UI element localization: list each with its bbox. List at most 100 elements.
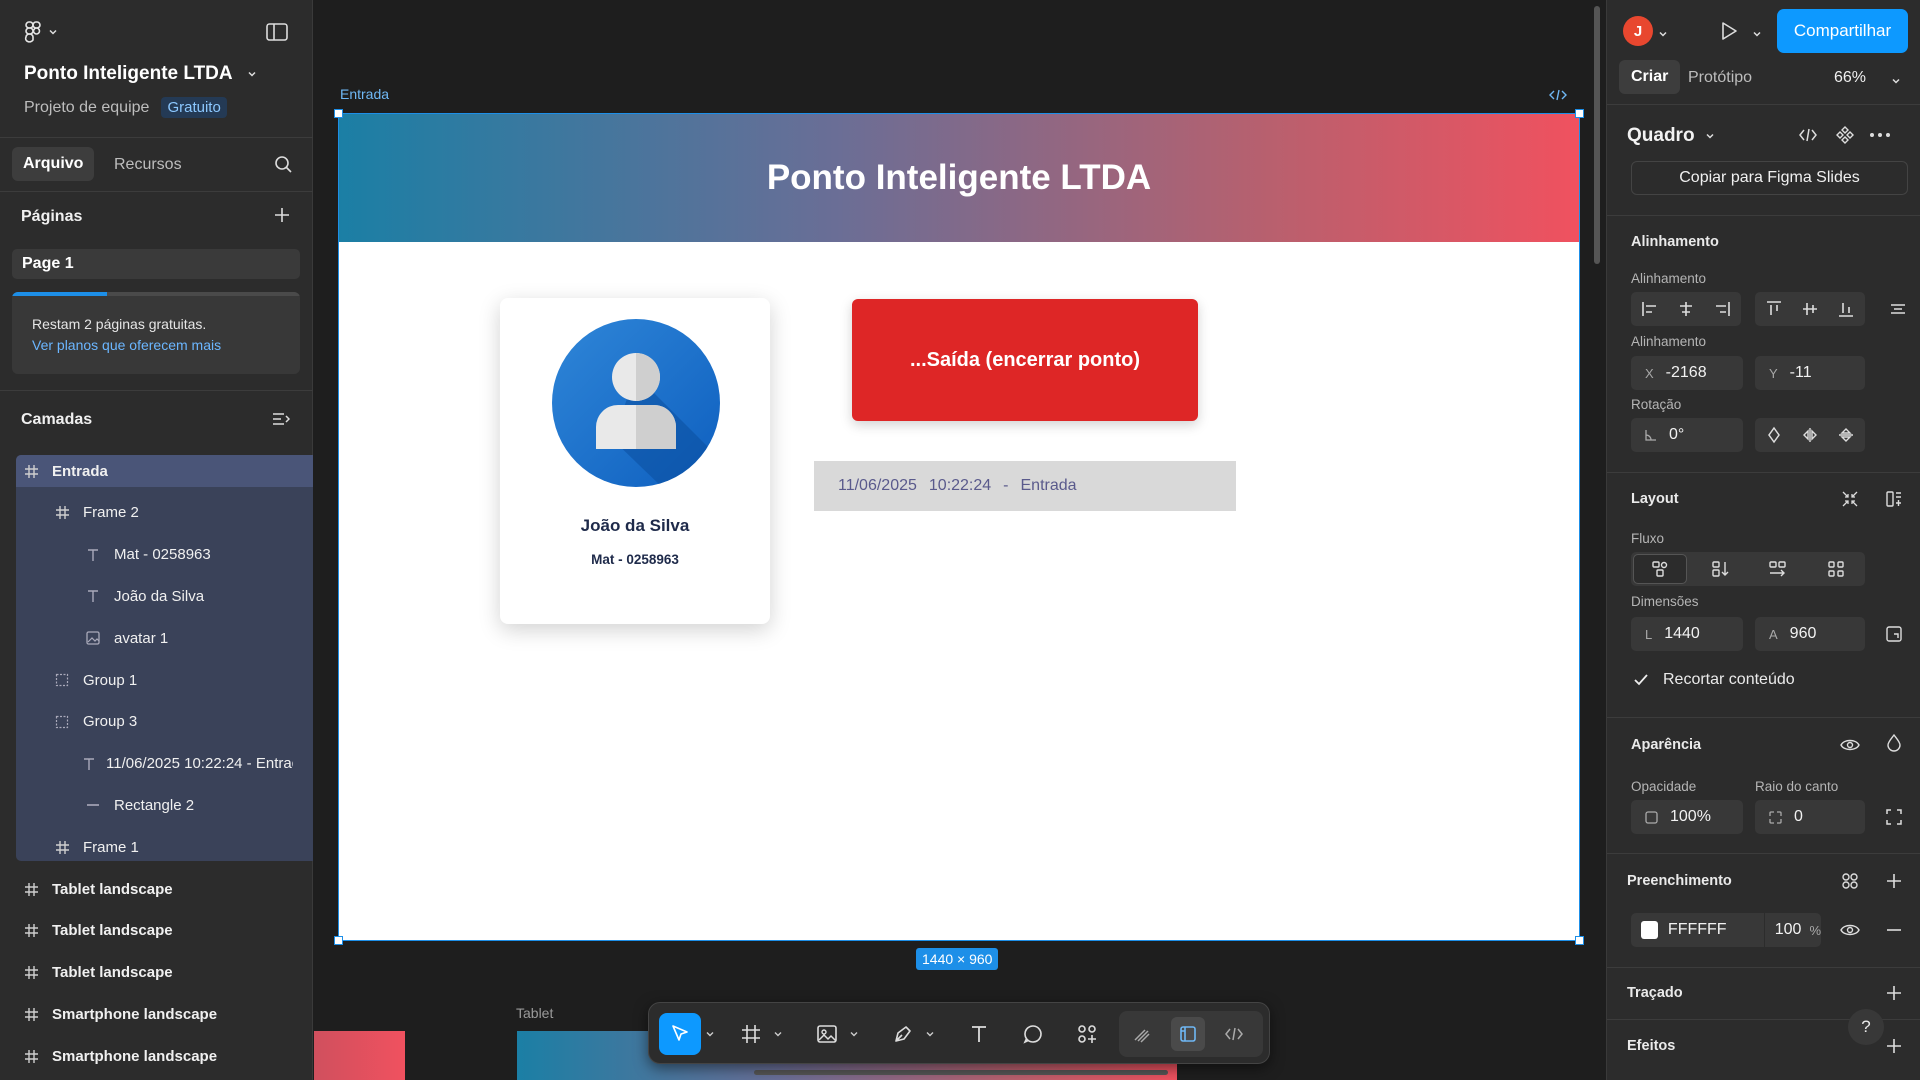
pen-tool-button[interactable] — [885, 1017, 921, 1051]
flow-horizontal-button[interactable] — [1751, 554, 1805, 584]
resize-to-fit-button[interactable] — [1881, 621, 1907, 647]
copy-to-slides-button[interactable]: Copiar para Figma Slides — [1631, 161, 1908, 195]
component-button[interactable] — [1836, 126, 1854, 149]
draw-mode-button[interactable] — [1125, 1017, 1159, 1051]
flow-grid-button[interactable] — [1809, 554, 1863, 584]
team-project-label[interactable]: Projeto de equipe — [24, 99, 149, 117]
more-options-button[interactable] — [1869, 126, 1891, 149]
layer-item[interactable]: Tablet landscape — [20, 869, 293, 909]
layer-item[interactable]: 11/06/2025 10:22:24 - Entrada — [82, 744, 293, 784]
dev-mode-button[interactable] — [1798, 127, 1818, 148]
third-frame-preview[interactable] — [314, 1031, 405, 1080]
frame-entrada[interactable]: Ponto Inteligente LTDA João da Silva Mat… — [334, 109, 1584, 945]
clip-content-checkbox[interactable]: Recortar conteúdo — [1631, 670, 1795, 690]
fill-color-swatch[interactable] — [1641, 921, 1658, 939]
align-middle-button[interactable] — [1795, 295, 1825, 323]
tab-design[interactable]: Criar — [1619, 60, 1681, 94]
layer-item[interactable]: Mat - 0258963 — [82, 535, 293, 575]
add-fill-button[interactable] — [1881, 868, 1907, 894]
align-left-button[interactable] — [1635, 295, 1665, 323]
search-button[interactable] — [274, 155, 293, 179]
layer-item[interactable]: Tablet landscape — [20, 953, 293, 993]
layer-item[interactable]: Group 1 — [51, 660, 293, 700]
page-item-page-1[interactable]: Page 1 — [12, 249, 300, 279]
align-top-button[interactable] — [1759, 295, 1789, 323]
plan-badge[interactable]: Gratuito — [161, 97, 227, 118]
exit-button[interactable]: ...Saída (encerrar ponto) — [852, 299, 1198, 421]
layer-item[interactable]: avatar 1 — [82, 618, 293, 658]
add-stroke-button[interactable] — [1881, 980, 1907, 1006]
zoom-menu-chevron[interactable] — [1891, 73, 1901, 91]
present-button[interactable] — [1719, 20, 1739, 47]
height-field[interactable]: A 960 — [1755, 617, 1865, 651]
share-button[interactable]: Compartilhar — [1777, 9, 1908, 53]
second-frame-label[interactable]: Tablet — [516, 1005, 553, 1021]
user-avatar[interactable]: J — [1623, 16, 1653, 46]
dev-mode-button[interactable] — [1217, 1017, 1251, 1051]
resize-handle-bottom-left[interactable] — [334, 936, 343, 945]
layer-item[interactable]: João da Silva — [82, 576, 293, 616]
actions-button[interactable] — [1069, 1017, 1105, 1051]
align-right-button[interactable] — [1707, 295, 1737, 323]
add-page-button[interactable] — [274, 207, 290, 228]
tab-prototype[interactable]: Protótipo — [1688, 69, 1752, 87]
project-name-button[interactable]: Ponto Inteligente LTDA — [24, 63, 257, 85]
move-tool-menu[interactable] — [703, 1025, 717, 1043]
blend-mode-button[interactable] — [1881, 730, 1907, 756]
y-position-field[interactable]: Y -11 — [1755, 356, 1865, 390]
layer-item[interactable]: Tablet landscape — [20, 911, 293, 951]
shrink-layout-button[interactable] — [1837, 486, 1863, 512]
layer-item[interactable]: Rectangle 2 — [82, 785, 293, 825]
distribute-button[interactable] — [1884, 295, 1912, 323]
help-button[interactable]: ? — [1848, 1009, 1884, 1045]
layer-item[interactable]: Frame 1 — [51, 827, 293, 867]
align-bottom-button[interactable] — [1831, 295, 1861, 323]
layer-item[interactable]: Frame 2 — [51, 493, 293, 533]
frame-label[interactable]: Entrada — [340, 86, 389, 102]
layer-item[interactable]: Entrada — [20, 451, 293, 491]
layer-item[interactable]: Smartphone landscape — [20, 1036, 293, 1076]
tab-file[interactable]: Arquivo — [12, 147, 95, 181]
fill-color-field[interactable]: FFFFFF 100 % — [1631, 913, 1821, 947]
present-menu-chevron[interactable] — [1752, 26, 1762, 44]
layers-options-button[interactable] — [272, 411, 290, 432]
dev-mode-indicator[interactable] — [1549, 88, 1567, 106]
view-plans-link[interactable]: Ver planos que oferecem mais — [32, 337, 221, 353]
text-tool-button[interactable] — [961, 1017, 997, 1051]
auto-layout-button[interactable] — [1881, 486, 1907, 512]
layer-item[interactable]: Group 3 — [51, 702, 293, 742]
width-field[interactable]: L 1440 — [1631, 617, 1743, 651]
independent-corners-button[interactable] — [1881, 804, 1907, 830]
resize-handle-top-right[interactable] — [1575, 109, 1584, 118]
corner-radius-field[interactable]: 0 — [1755, 800, 1865, 834]
opacity-field[interactable]: 100% — [1631, 800, 1743, 834]
horizontal-scrollbar[interactable] — [754, 1070, 1168, 1075]
layer-item[interactable]: Smartphone landscape — [20, 994, 293, 1034]
pen-tool-menu[interactable] — [923, 1025, 937, 1043]
main-menu-button[interactable] — [22, 20, 58, 44]
flow-vertical-button[interactable] — [1693, 554, 1747, 584]
tab-assets[interactable]: Recursos — [114, 156, 182, 174]
zoom-level[interactable]: 66% — [1834, 69, 1866, 87]
image-tool-button[interactable] — [809, 1017, 845, 1051]
design-mode-button[interactable] — [1171, 1017, 1205, 1051]
visibility-toggle[interactable] — [1837, 732, 1863, 758]
vertical-scrollbar[interactable] — [1594, 6, 1600, 264]
remove-fill-button[interactable] — [1881, 917, 1907, 943]
frame-type-selector[interactable]: Quadro — [1627, 125, 1715, 147]
align-center-h-button[interactable] — [1671, 295, 1701, 323]
fill-styles-button[interactable] — [1837, 868, 1863, 894]
flip-horizontal-button[interactable] — [1795, 421, 1825, 449]
add-effect-button[interactable] — [1881, 1033, 1907, 1059]
x-position-field[interactable]: X -2168 — [1631, 356, 1743, 390]
frame-tool-button[interactable] — [733, 1017, 769, 1051]
rotate-90-button[interactable] — [1759, 421, 1789, 449]
flow-freeform-button[interactable] — [1633, 554, 1687, 584]
canvas[interactable]: Entrada Ponto Inteligente LTDA João da S… — [314, 0, 1604, 1080]
comment-tool-button[interactable] — [1015, 1017, 1051, 1051]
move-tool-button[interactable] — [659, 1013, 701, 1055]
fill-visibility-toggle[interactable] — [1837, 917, 1863, 943]
user-menu-chevron[interactable] — [1658, 26, 1668, 44]
toggle-sidebar-button[interactable] — [266, 22, 288, 47]
flip-vertical-button[interactable] — [1831, 421, 1861, 449]
